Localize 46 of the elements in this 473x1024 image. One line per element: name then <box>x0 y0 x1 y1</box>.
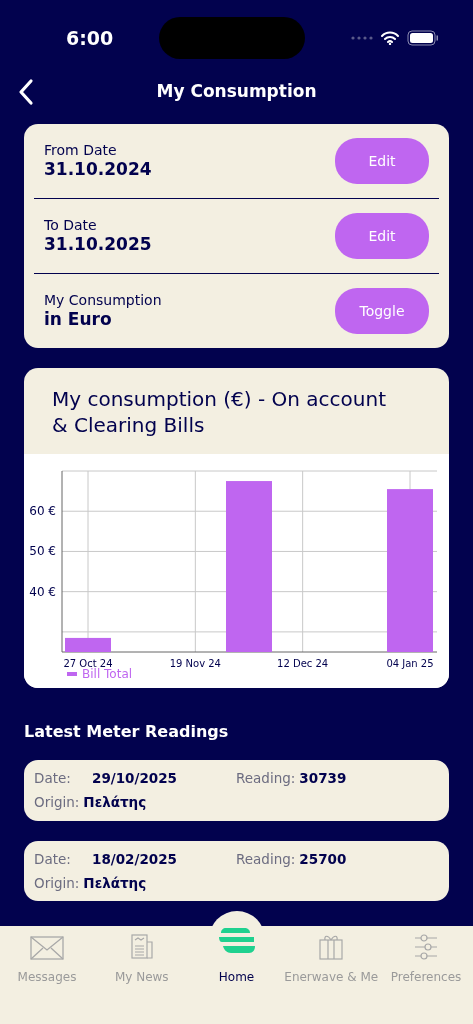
field-value: 30739 <box>299 769 347 788</box>
newspaper-icon <box>130 934 153 960</box>
legend-label: Bill Total <box>82 667 133 681</box>
tab[interactable]: Messages <box>0 918 94 986</box>
field-label: Date: <box>34 849 72 869</box>
tab[interactable]: Preferences <box>379 918 473 986</box>
wifi-icon <box>381 31 399 45</box>
field-value: Πελάτης <box>83 793 147 813</box>
status-time: 6:00 <box>66 25 114 51</box>
field-label: Reading: <box>236 849 296 869</box>
field-value: 29/10/2025 <box>92 769 177 788</box>
axis-label: 50 € <box>29 544 56 559</box>
axis-label: 12 Dec 24 <box>277 658 329 669</box>
legend-swatch <box>67 672 77 676</box>
field-value: 31.10.2025 <box>44 234 152 255</box>
field-label: Origin: <box>34 873 80 893</box>
field-label: Date: <box>34 769 72 788</box>
axis-label: 04 Jan 25 <box>386 658 434 669</box>
field-value: 31.10.2024 <box>44 159 152 180</box>
field-label: To Date <box>44 217 98 235</box>
action-button[interactable]: Edit <box>335 213 429 259</box>
action-button[interactable]: Edit <box>335 138 429 184</box>
axis-label: 40 € <box>29 584 56 599</box>
section-title: Latest Meter Readings <box>24 721 230 743</box>
gift-icon <box>319 934 344 960</box>
field-value: 25700 <box>299 849 347 869</box>
field-value: in Euro <box>44 309 113 330</box>
tab[interactable]: My News <box>94 918 189 986</box>
field-value: 18/02/2025 <box>92 849 177 869</box>
field-label: From Date <box>44 142 118 160</box>
axis-label: 19 Nov 24 <box>169 658 221 669</box>
page-title: My Consumption <box>156 80 317 104</box>
axis-label: 60 € <box>29 504 56 519</box>
tab[interactable]: Enerwave & Me <box>284 918 379 986</box>
signal-icon <box>351 36 373 40</box>
axis-label: 27 Oct 24 <box>63 658 113 669</box>
tab[interactable]: Home <box>189 918 284 986</box>
field-label: Reading: <box>236 769 296 788</box>
sliders-icon <box>414 934 438 960</box>
field-value: Πελάτης <box>83 873 147 893</box>
field-label: Origin: <box>34 793 80 813</box>
battery-icon <box>407 30 439 46</box>
envelope-icon <box>30 936 64 960</box>
action-button[interactable]: Toggle <box>335 288 429 334</box>
chart-title: My consumption (€) - On account & Clearing Bills <box>51 386 387 439</box>
field-label: My Consumption <box>44 292 162 310</box>
